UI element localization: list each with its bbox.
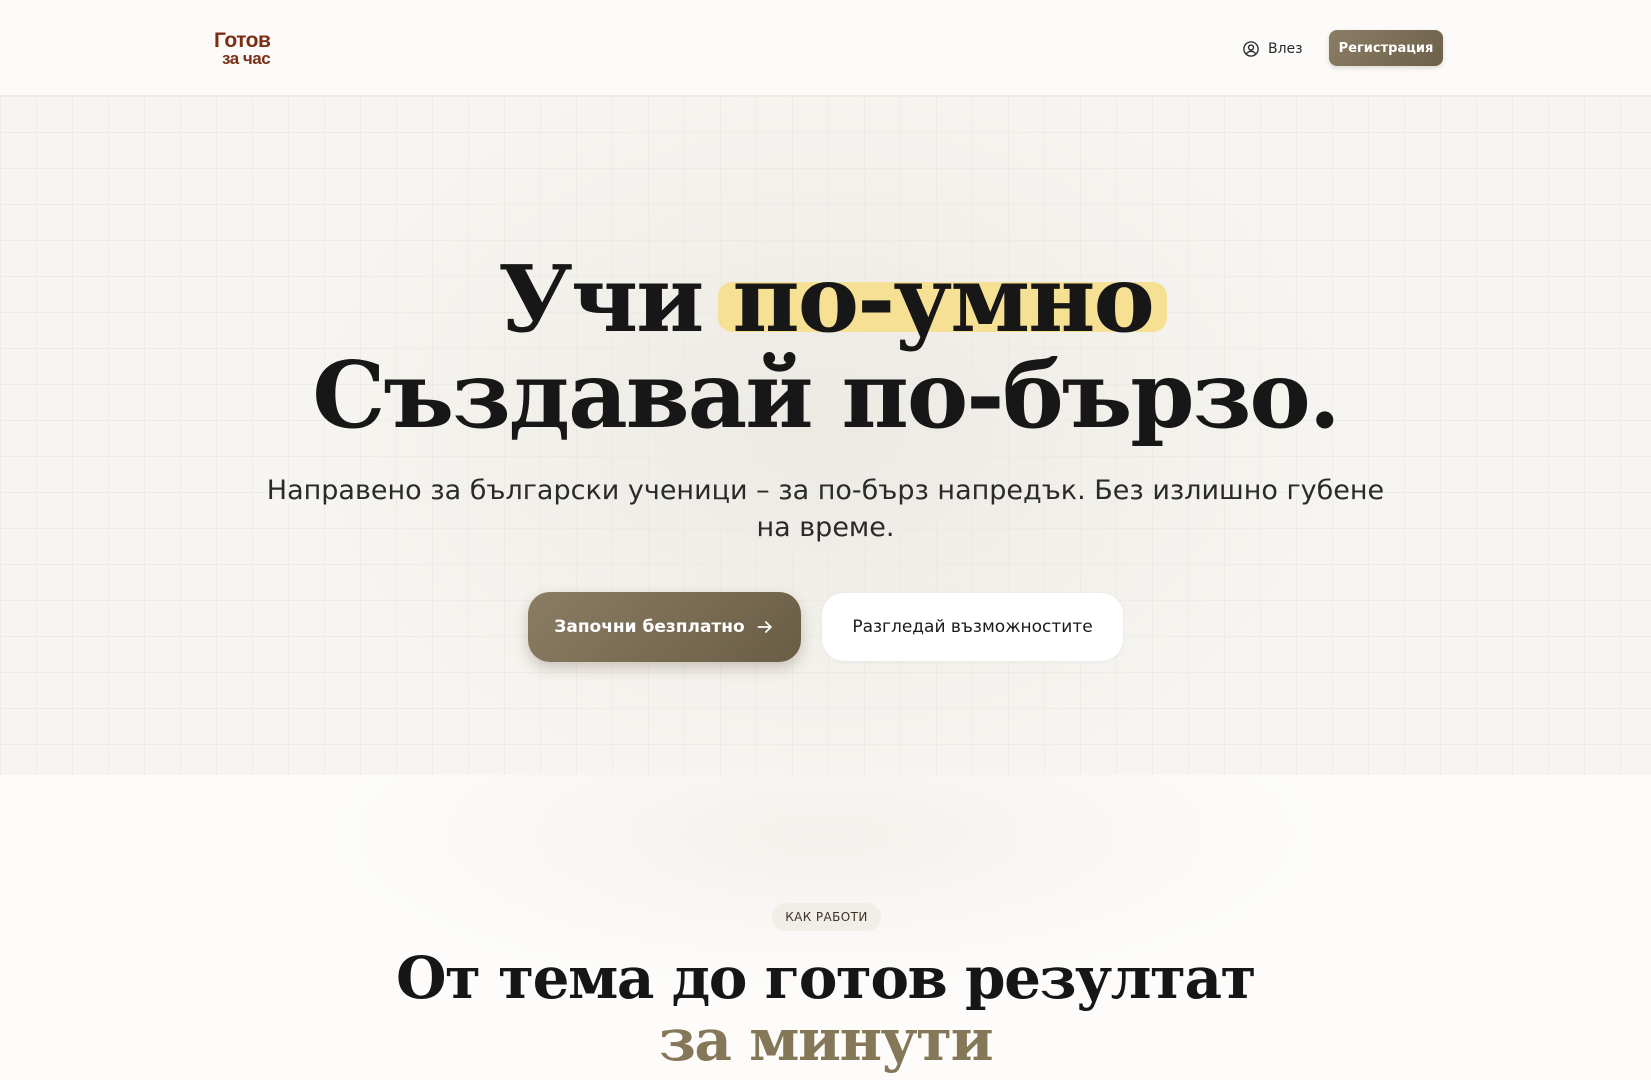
hero-section: Учи по-умно Създавай по-бързо. Направено… (0, 96, 1651, 775)
hero-title-word: Учи (498, 245, 704, 353)
start-free-label: Започни безплатно (554, 617, 745, 637)
explore-features-button[interactable]: Разгледай възможностите (822, 593, 1123, 661)
site-header: Готов за час Влез Регистрация (0, 0, 1651, 96)
section-title-line2: за минути (658, 1006, 994, 1074)
login-label: Влез (1268, 41, 1303, 57)
how-it-works-section: КАК РАБОТИ От тема до готов резултат за … (0, 775, 1651, 1080)
hero-title-highlight-text: по-умно (732, 245, 1154, 353)
section-title-line1: От тема до готов резултат (396, 944, 1256, 1012)
logo-line2: за час (222, 49, 271, 68)
user-circle-icon (1243, 41, 1259, 57)
logo-line1: Готов (214, 29, 271, 52)
hero-title-line2: Създавай по-бързо. (312, 341, 1341, 449)
register-button[interactable]: Регистрация (1329, 30, 1443, 66)
logo[interactable]: Готов за час (214, 26, 294, 70)
arrow-right-icon (757, 621, 772, 633)
hero-title-line1: Учи по-умно (0, 244, 1651, 354)
section-badge: КАК РАБОТИ (772, 903, 881, 931)
login-link[interactable]: Влез (1242, 38, 1303, 60)
hero-title-highlight: по-умно (718, 244, 1168, 354)
hero-subtitle: Направено за български ученици – за по-б… (266, 475, 1385, 543)
start-free-button[interactable]: Започни безплатно (528, 592, 801, 662)
